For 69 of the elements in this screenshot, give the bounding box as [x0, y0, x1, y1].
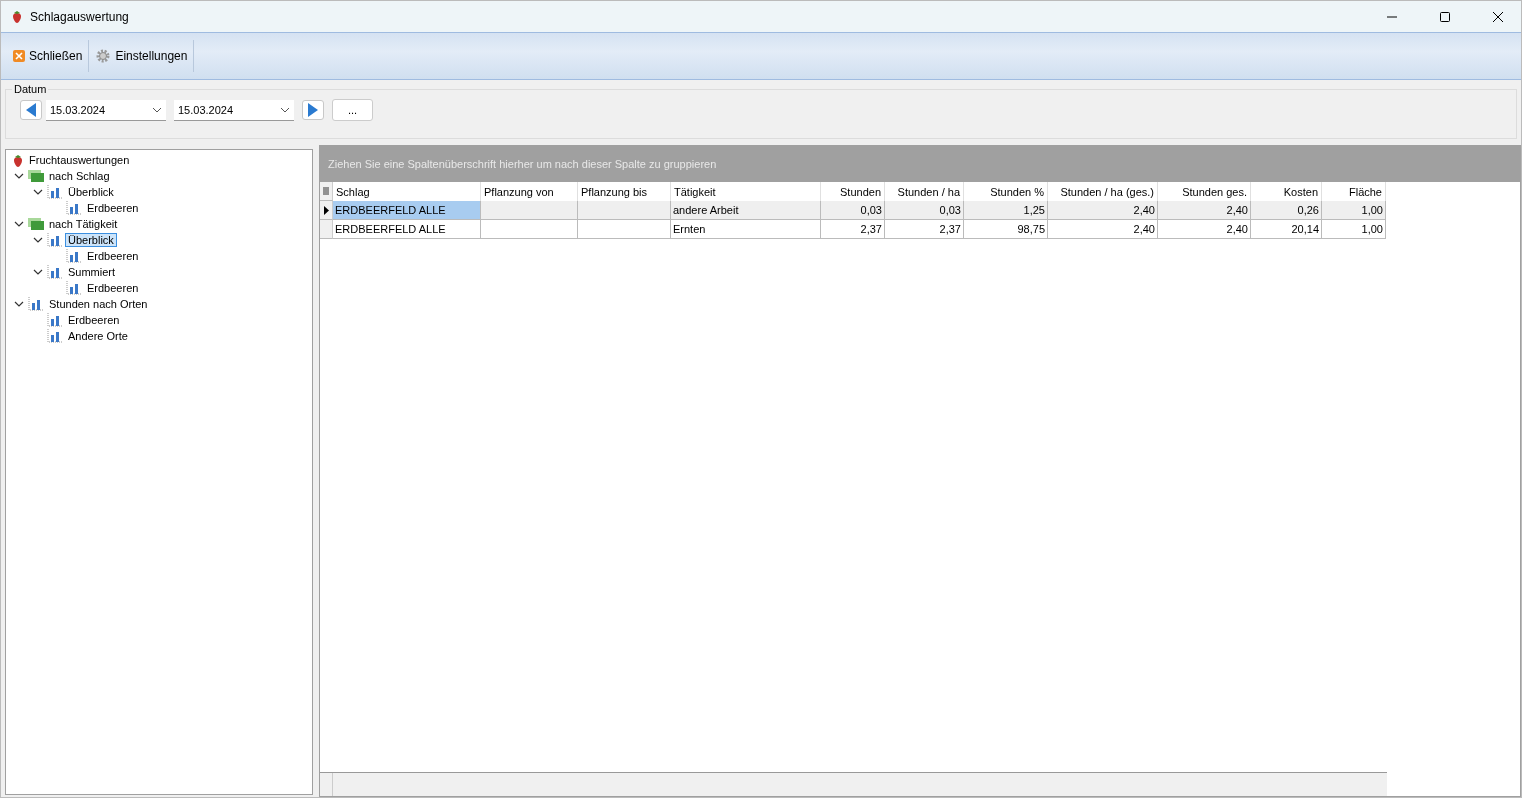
- close-icon: [1492, 10, 1504, 23]
- tree-item[interactable]: Erdbeeren: [84, 201, 142, 215]
- table-cell: 2,40: [1048, 201, 1158, 220]
- previous-button[interactable]: [20, 100, 42, 120]
- arrow-right-icon: [307, 103, 319, 117]
- tree-item[interactable]: Erdbeeren: [65, 313, 123, 327]
- column-chooser-icon[interactable]: [323, 186, 329, 196]
- tree-item[interactable]: Überblick: [65, 233, 117, 247]
- group-label: Datum: [13, 83, 48, 95]
- date-dropdown[interactable]: 15.03.2024: [174, 99, 294, 121]
- table-cell: 98,75: [964, 220, 1048, 239]
- table-cell: 1,00: [1322, 201, 1386, 220]
- date-dropdown[interactable]: 15.03.2024: [46, 99, 166, 121]
- table-cell: Ernten: [671, 220, 821, 239]
- tree-item[interactable]: Erdbeeren: [84, 281, 142, 295]
- arrow-left-icon: [25, 103, 37, 117]
- chevron-down-icon[interactable]: [14, 299, 24, 309]
- bar-chart-icon: [47, 313, 63, 327]
- maximize-icon: [1439, 10, 1451, 23]
- table-cell: ERDBEERFELD ALLE: [333, 201, 481, 220]
- bar-chart-icon: [66, 201, 82, 215]
- table-cell: 2,37: [821, 220, 885, 239]
- row-indicator[interactable]: [320, 201, 333, 220]
- table-cell: 0,26: [1251, 201, 1322, 220]
- folder-icon: [28, 218, 44, 230]
- bar-chart-icon: [47, 329, 63, 343]
- chevron-down-icon: [280, 106, 290, 113]
- table-cell: 2,37: [885, 220, 964, 239]
- table-cell: 20,14: [1251, 220, 1322, 239]
- tree-item[interactable]: nach Schlag: [46, 169, 113, 183]
- strawberry-icon: [11, 10, 23, 23]
- next-button[interactable]: [302, 100, 324, 120]
- table-cell: 2,40: [1048, 220, 1158, 239]
- tree-item[interactable]: Erdbeeren: [84, 249, 142, 263]
- tree-item[interactable]: Fruchtauswertungen: [26, 153, 133, 167]
- strawberry-icon: [12, 153, 24, 167]
- chevron-down-icon[interactable]: [14, 219, 24, 229]
- table-cell: andere Arbeit: [671, 201, 821, 220]
- table-cell: 2,40: [1158, 201, 1251, 220]
- table-cell: 0,03: [821, 201, 885, 220]
- chevron-down-icon: [152, 106, 162, 113]
- tree-item[interactable]: nach Tätigkeit: [46, 217, 121, 231]
- tree-item[interactable]: Stunden nach Orten: [46, 297, 151, 311]
- table-cell: 0,03: [885, 201, 964, 220]
- close-icon: [13, 50, 25, 62]
- toolbar-button[interactable]: Einstellungen: [89, 40, 195, 72]
- bar-chart-icon: [28, 297, 44, 311]
- chevron-down-icon[interactable]: [33, 235, 43, 245]
- chevron-down-icon[interactable]: [33, 267, 43, 277]
- table-cell: ERDBEERFELD ALLE: [333, 220, 481, 239]
- table-cell: 1,25: [964, 201, 1048, 220]
- bar-chart-icon: [47, 185, 63, 199]
- more-button[interactable]: ...: [332, 99, 373, 121]
- group-panel-hint: Ziehen Sie eine Spaltenüberschrift hierher um nach dieser Spalte zu gruppieren: [320, 146, 1520, 182]
- window-title: Schlagauswertung: [30, 9, 130, 24]
- chevron-down-icon[interactable]: [33, 187, 43, 197]
- bar-chart-icon: [47, 233, 63, 247]
- tree-item[interactable]: Summiert: [65, 265, 119, 279]
- bar-chart-icon: [66, 249, 82, 263]
- tree-item[interactable]: Überblick: [65, 185, 117, 199]
- tree-item[interactable]: Andere Orte: [65, 329, 131, 343]
- bar-chart-icon: [47, 265, 63, 279]
- folder-icon: [28, 170, 44, 182]
- bar-chart-icon: [66, 281, 82, 295]
- settings-icon: [95, 48, 112, 64]
- toolbar-button[interactable]: Schließen: [7, 40, 90, 72]
- table-cell: 1,00: [1322, 220, 1386, 239]
- chevron-down-icon[interactable]: [14, 171, 24, 181]
- table-cell: 2,40: [1158, 220, 1251, 239]
